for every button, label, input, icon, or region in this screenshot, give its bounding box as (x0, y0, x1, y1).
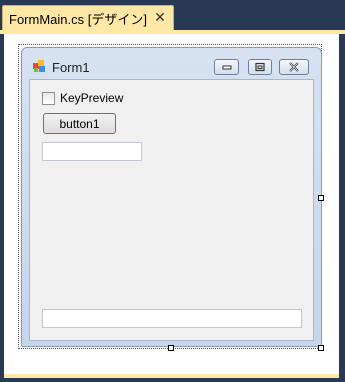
resize-handle-right[interactable] (318, 195, 324, 201)
maximize-button[interactable] (248, 59, 272, 75)
designer-tab[interactable]: FormMain.cs [デザイン] ✕ (2, 5, 174, 30)
form-title: Form1 (52, 60, 90, 75)
resize-handle-bottom[interactable] (168, 345, 174, 351)
form-titlebar: Form1 (22, 48, 321, 78)
minimize-icon (222, 65, 231, 70)
window-close-button[interactable] (279, 59, 309, 75)
textbox-bottom[interactable] (42, 309, 302, 328)
keypreview-checkbox[interactable] (42, 92, 55, 105)
textbox-top[interactable] (42, 142, 142, 161)
minimize-button[interactable] (214, 59, 239, 75)
designer-bottom-border (4, 374, 339, 378)
form-window[interactable]: Form1 KeyPreview button1 (21, 47, 322, 347)
window-close-icon (289, 62, 299, 72)
button1-button[interactable]: button1 (43, 113, 116, 134)
designer-tab-title: FormMain.cs [デザイン] (9, 11, 147, 27)
close-icon[interactable]: ✕ (153, 10, 167, 24)
form-client-area[interactable]: KeyPreview button1 (29, 79, 314, 341)
maximize-icon (255, 62, 265, 72)
keypreview-label[interactable]: KeyPreview (60, 91, 123, 105)
form-app-icon (33, 60, 45, 72)
resize-handle-corner[interactable] (318, 345, 324, 351)
